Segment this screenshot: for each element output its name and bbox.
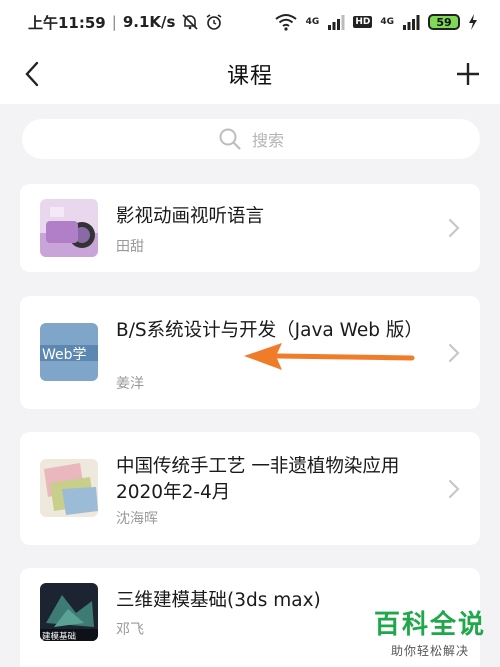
- watermark: 百科全说 助你轻松解决: [374, 610, 486, 659]
- course-thumbnail: 建模基础: [40, 583, 98, 641]
- plus-icon: [457, 63, 479, 85]
- course-teacher: 沈海晖: [116, 511, 158, 527]
- chevron-right-icon: [448, 218, 460, 238]
- network-label-1: 4G: [305, 17, 320, 27]
- course-thumbnail: [40, 199, 98, 257]
- course-title: 影视动画视听语言: [116, 206, 265, 227]
- wifi-icon: [274, 13, 298, 31]
- thumbnail-text: 建模基础: [42, 631, 76, 641]
- course-card[interactable]: 影视动画视听语言 田甜: [20, 184, 480, 272]
- watermark-title: 百科全说: [373, 610, 486, 640]
- chevron-left-icon: [25, 61, 39, 87]
- annotation-arrow: [244, 343, 415, 370]
- status-separator: |: [111, 13, 117, 31]
- network-label-2: 4G: [380, 17, 394, 27]
- status-bar-right: 4G HD 4G 59: [274, 13, 478, 31]
- search-placeholder: 搜索: [251, 131, 284, 150]
- course-thumbnail: [40, 459, 98, 517]
- page-title: 课程: [226, 64, 273, 89]
- signal-icon-2: [402, 14, 420, 30]
- course-card[interactable]: 中国传统手工艺 一非遗植物染应用 2020年2-4月 沈海晖: [20, 432, 480, 545]
- charging-icon: [468, 14, 478, 30]
- nav-bar: 课程: [0, 44, 500, 104]
- course-thumbnail: Web学: [40, 323, 98, 381]
- battery-indicator: 59: [428, 14, 460, 30]
- back-button[interactable]: [14, 56, 50, 92]
- status-bar-left: 上午11:59 | 9.1K/s: [28, 12, 223, 33]
- search-icon: [219, 128, 241, 150]
- thumbnail-text: Web学: [42, 347, 87, 363]
- clock: 上午11:59: [28, 13, 106, 32]
- status-bar: 上午11:59 | 9.1K/s 4G HD 4G 59: [0, 0, 500, 44]
- add-course-button[interactable]: [450, 56, 486, 92]
- search-input[interactable]: 搜索: [22, 119, 480, 159]
- hd-badge: HD: [353, 16, 373, 28]
- battery-level: 59: [436, 15, 452, 29]
- chevron-right-icon: [448, 479, 460, 499]
- course-teacher: 田甜: [116, 239, 144, 255]
- alarm-icon: [205, 13, 223, 31]
- signal-icon: [327, 14, 345, 30]
- course-teacher: 邓飞: [116, 622, 144, 638]
- course-teacher: 姜洋: [116, 376, 144, 392]
- course-title: 中国传统手工艺 一非遗植物染应用 2020年2-4月: [116, 456, 400, 503]
- watermark-subtitle: 助你轻松解决: [390, 644, 469, 658]
- chevron-right-icon: [448, 343, 460, 363]
- network-speed: 9.1K/s: [122, 13, 176, 31]
- mute-bell-icon: [181, 13, 199, 31]
